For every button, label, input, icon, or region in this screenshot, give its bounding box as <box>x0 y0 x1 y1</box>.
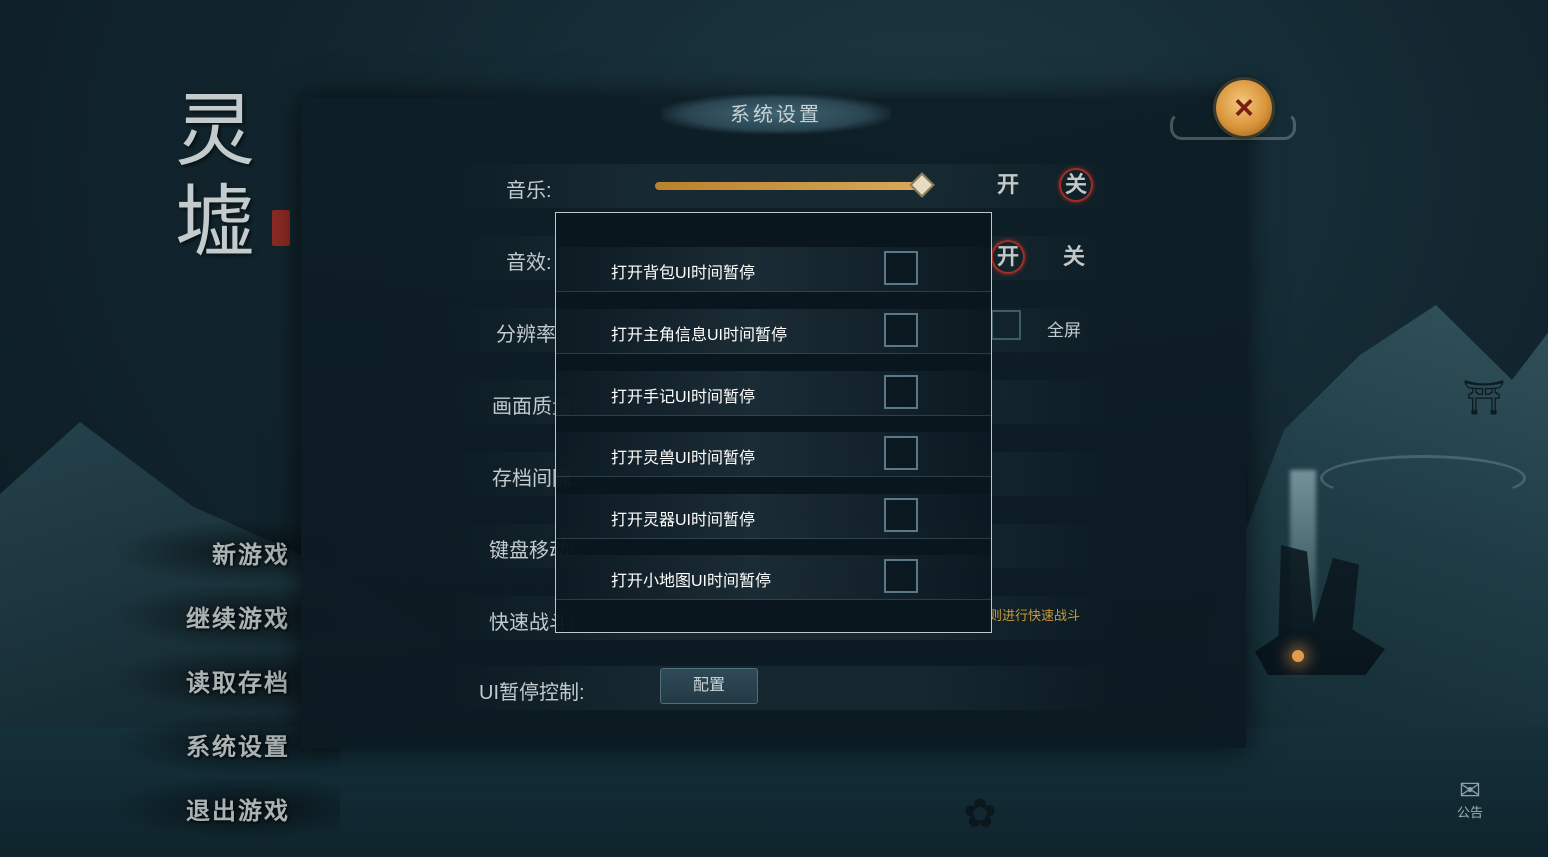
music-label: 音乐: <box>506 180 552 202</box>
settings-title: 系统设置 <box>661 94 891 134</box>
option-spirit-artifact-checkbox[interactable] <box>884 498 918 532</box>
music-off-toggle[interactable]: 关 <box>1059 168 1093 202</box>
option-spirit-artifact-label: 打开灵器UI时间暂停 <box>611 512 756 529</box>
pagoda-icon: ⛩ <box>1462 379 1506 417</box>
ui-pause-popup: 打开背包UI时间暂停 打开主角信息UI时间暂停 打开手记UI时间暂停 打开灵兽U… <box>555 212 992 633</box>
scroll-icon: ✉ <box>1459 775 1481 805</box>
lotus-icon: ✿ <box>963 792 997 836</box>
music-slider[interactable] <box>655 182 920 190</box>
fullscreen-label: 全屏 <box>1047 321 1081 340</box>
popup-option-row: 打开主角信息UI时间暂停 <box>556 309 991 354</box>
music-on-toggle[interactable]: 开 <box>991 168 1025 202</box>
quick-fight-note: 则进行快速战斗 <box>989 608 1081 623</box>
option-spirit-beast-checkbox[interactable] <box>884 436 918 470</box>
popup-option-row: 打开灵器UI时间暂停 <box>556 494 991 539</box>
popup-option-row: 打开灵兽UI时间暂停 <box>556 432 991 477</box>
lantern-light <box>1292 650 1304 662</box>
option-minimap-label: 打开小地图UI时间暂停 <box>611 573 772 590</box>
sfx-label: 音效: <box>506 252 552 274</box>
popup-option-row: 打开小地图UI时间暂停 <box>556 555 991 600</box>
close-button[interactable]: × <box>1216 80 1272 136</box>
game-logo: 灵 墟 <box>175 85 295 285</box>
close-icon: × <box>1234 89 1254 127</box>
option-journal-checkbox[interactable] <box>884 375 918 409</box>
popup-option-row: 打开手记UI时间暂停 <box>556 371 991 416</box>
option-character-info-label: 打开主角信息UI时间暂停 <box>611 327 788 344</box>
resolution-label: 分辨率: <box>496 324 562 346</box>
option-journal-label: 打开手记UI时间暂停 <box>611 389 756 406</box>
logo-seal <box>272 210 290 246</box>
option-minimap-checkbox[interactable] <box>884 559 918 593</box>
sfx-off-toggle[interactable]: 关 <box>1057 240 1091 274</box>
cloud-swirl <box>1320 455 1526 501</box>
menu-exit-game[interactable]: 退出游戏 <box>110 776 340 840</box>
option-backpack-label: 打开背包UI时间暂停 <box>611 265 756 282</box>
ui-pause-label: UI暂停控制: <box>479 682 585 704</box>
option-spirit-beast-label: 打开灵兽UI时间暂停 <box>611 450 756 467</box>
logo-char-1: 灵 <box>175 84 255 177</box>
announcement-button[interactable]: ✉ 公告 <box>1440 775 1500 827</box>
fullscreen-checkbox[interactable] <box>991 310 1021 340</box>
mountain-right <box>1208 280 1548 780</box>
popup-option-row: 打开背包UI时间暂停 <box>556 247 991 292</box>
announcement-label: 公告 <box>1456 805 1483 820</box>
option-character-info-checkbox[interactable] <box>884 313 918 347</box>
option-backpack-checkbox[interactable] <box>884 251 918 285</box>
configure-button[interactable]: 配置 <box>660 668 758 704</box>
sfx-on-toggle[interactable]: 开 <box>991 240 1025 274</box>
